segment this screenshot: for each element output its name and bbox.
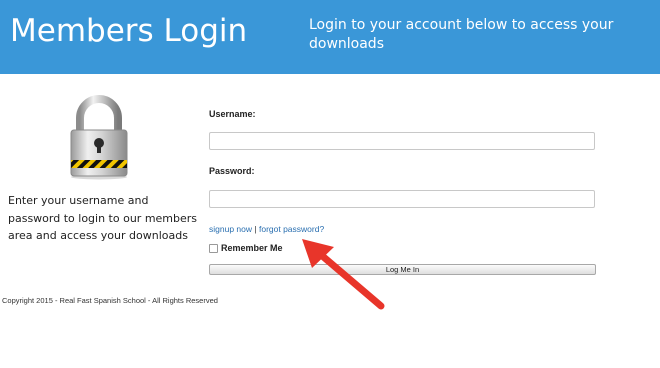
link-separator: |: [254, 224, 257, 234]
red-arrow-icon: [302, 239, 385, 310]
remember-me-checkbox[interactable]: [209, 243, 218, 253]
login-instructions: Enter your username and password to logi…: [8, 194, 198, 242]
username-label: Username:: [209, 109, 256, 119]
remember-me-row[interactable]: Remember Me: [209, 243, 283, 253]
copyright-text: Copyright 2015 - Real Fast Spanish Schoo…: [2, 296, 218, 305]
password-label: Password:: [209, 166, 255, 176]
signup-link[interactable]: signup now: [209, 224, 252, 234]
page-title: Members Login: [10, 13, 248, 49]
account-links: signup now | forgot password?: [209, 224, 324, 234]
page-header: Members Login Login to your account belo…: [0, 0, 660, 74]
login-button[interactable]: Log Me In: [209, 264, 596, 275]
padlock-icon: [70, 95, 128, 180]
username-input[interactable]: [209, 132, 595, 150]
forgot-password-link[interactable]: forgot password?: [259, 224, 324, 234]
password-input[interactable]: [209, 190, 595, 208]
header-subtitle: Login to your account below to access yo…: [309, 17, 614, 52]
remember-me-label: Remember Me: [221, 243, 283, 253]
